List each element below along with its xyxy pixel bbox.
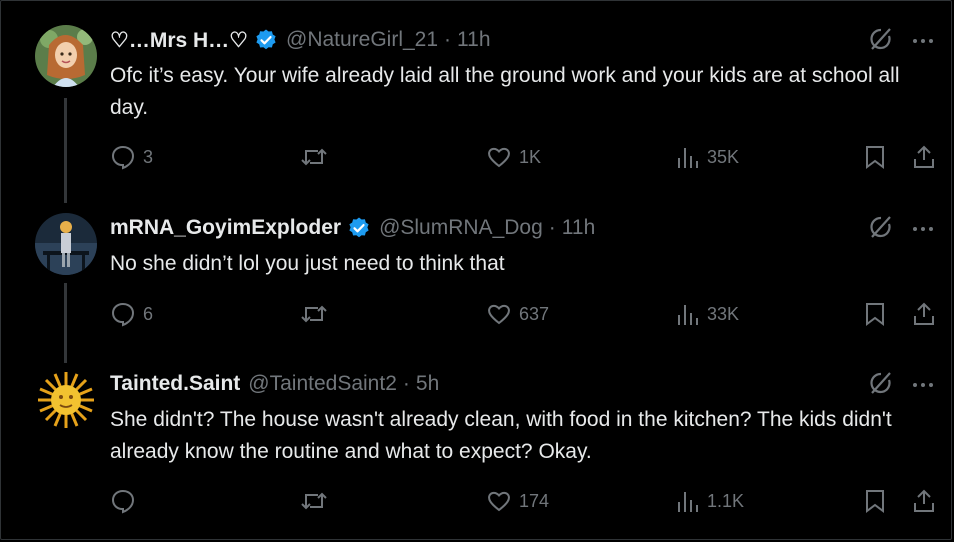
user-handle[interactable]: @NatureGirl_21 bbox=[286, 28, 438, 52]
tweet-header: mRNA_GoyimExploder @SlumRNA_Dog · 11h bbox=[110, 213, 595, 243]
tweet-actions: 6 637 33K bbox=[0, 301, 954, 331]
grok-icon[interactable] bbox=[868, 369, 894, 397]
bookmark-button[interactable] bbox=[864, 488, 886, 514]
timestamp[interactable]: 11h bbox=[562, 216, 595, 240]
heart-icon bbox=[488, 304, 510, 325]
retweet-icon bbox=[301, 305, 327, 323]
reply-icon bbox=[111, 489, 135, 514]
like-count: 1K bbox=[519, 146, 542, 167]
views-button[interactable]: 35K bbox=[676, 144, 739, 170]
avatar[interactable] bbox=[35, 213, 97, 275]
reply-icon bbox=[111, 302, 135, 327]
tweet[interactable]: ♡…Mrs H…♡ @NatureGirl_21 · 11h Ofc it’s … bbox=[0, 25, 954, 195]
views-button[interactable]: 33K bbox=[676, 301, 739, 327]
avatar[interactable] bbox=[35, 369, 97, 431]
bookmark-icon bbox=[866, 303, 884, 326]
view-count: 33K bbox=[707, 303, 740, 324]
separator-dot: · bbox=[402, 372, 410, 395]
user-handle[interactable]: @SlumRNA_Dog bbox=[379, 216, 543, 240]
separator-dot: · bbox=[548, 216, 556, 239]
heart-icon bbox=[488, 147, 510, 168]
verified-badge-icon bbox=[254, 28, 278, 52]
display-name[interactable]: mRNA_GoyimExploder bbox=[110, 216, 341, 240]
views-button[interactable]: 1.1K bbox=[676, 488, 744, 514]
retweet-button[interactable] bbox=[300, 301, 335, 327]
display-name[interactable]: Tainted.Saint bbox=[110, 372, 240, 396]
more-options-icon[interactable] bbox=[910, 25, 936, 53]
view-count: 35K bbox=[707, 146, 740, 167]
views-icon bbox=[678, 305, 698, 325]
more-options-icon[interactable] bbox=[910, 369, 936, 397]
display-name[interactable]: ♡…Mrs H…♡ bbox=[110, 28, 248, 53]
tweet-text: She didn't? The house wasn't already cle… bbox=[110, 408, 892, 463]
verified-badge-icon bbox=[347, 216, 371, 240]
grok-icon[interactable] bbox=[868, 213, 894, 241]
retweet-icon bbox=[301, 148, 327, 166]
view-count: 1.1K bbox=[707, 490, 745, 511]
views-icon bbox=[678, 148, 698, 168]
retweet-button[interactable] bbox=[300, 144, 335, 170]
tweet-actions: 174 1.1K bbox=[0, 488, 954, 518]
bookmark-icon bbox=[866, 146, 884, 169]
like-button[interactable]: 174 bbox=[486, 488, 549, 514]
timestamp[interactable]: 5h bbox=[416, 372, 439, 396]
heart-icon bbox=[488, 491, 510, 512]
share-button[interactable] bbox=[912, 301, 936, 327]
more-options-icon[interactable] bbox=[910, 213, 936, 241]
reply-count: 3 bbox=[143, 146, 154, 167]
tweet-actions: 3 1K 35K bbox=[0, 144, 954, 174]
like-count: 637 bbox=[519, 303, 550, 324]
bookmark-icon bbox=[866, 490, 884, 513]
share-button[interactable] bbox=[912, 488, 936, 514]
share-icon bbox=[914, 489, 934, 512]
user-handle[interactable]: @TaintedSaint2 bbox=[248, 372, 397, 396]
reply-count: 6 bbox=[143, 303, 154, 324]
like-button[interactable]: 1K bbox=[486, 144, 541, 170]
like-count: 174 bbox=[519, 490, 550, 511]
reply-button[interactable]: 6 bbox=[110, 301, 153, 327]
tweet-text: Ofc it’s easy. Your wife already laid al… bbox=[110, 64, 900, 119]
share-icon bbox=[914, 302, 934, 325]
tweet-header: ♡…Mrs H…♡ @NatureGirl_21 · 11h bbox=[110, 25, 491, 55]
reply-button[interactable]: 3 bbox=[110, 144, 153, 170]
share-icon bbox=[914, 145, 934, 168]
tweet[interactable]: Tainted.Saint @TaintedSaint2 · 5h She di… bbox=[0, 369, 954, 529]
avatar[interactable] bbox=[35, 25, 97, 87]
separator-dot: · bbox=[444, 28, 452, 51]
timestamp[interactable]: 11h bbox=[457, 28, 490, 52]
tweet-header: Tainted.Saint @TaintedSaint2 · 5h bbox=[110, 369, 439, 399]
retweet-icon bbox=[301, 492, 327, 510]
tweet-text: No she didn’t lol you just need to think… bbox=[110, 252, 505, 275]
bookmark-button[interactable] bbox=[864, 144, 886, 170]
reply-button[interactable] bbox=[110, 488, 143, 514]
retweet-button[interactable] bbox=[300, 488, 335, 514]
bookmark-button[interactable] bbox=[864, 301, 886, 327]
views-icon bbox=[678, 492, 698, 512]
reply-icon bbox=[111, 145, 135, 170]
like-button[interactable]: 637 bbox=[486, 301, 549, 327]
grok-icon[interactable] bbox=[868, 25, 894, 53]
tweet[interactable]: mRNA_GoyimExploder @SlumRNA_Dog · 11h No… bbox=[0, 213, 954, 353]
share-button[interactable] bbox=[912, 144, 936, 170]
